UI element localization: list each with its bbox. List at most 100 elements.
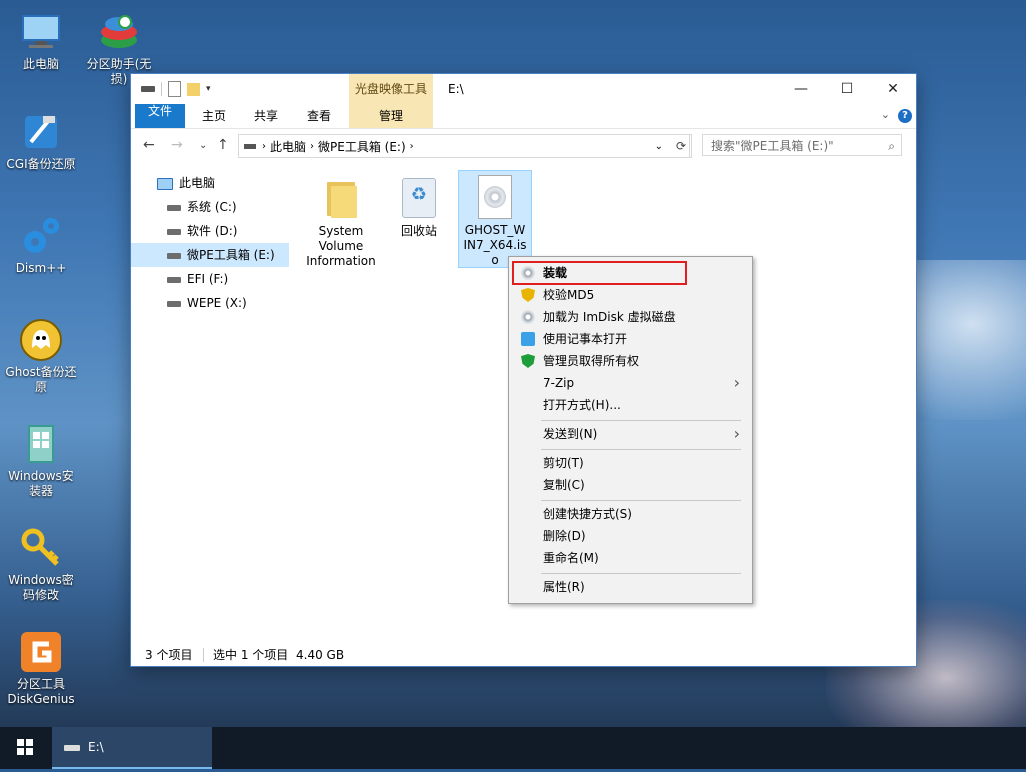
nav-item-this-pc[interactable]: 此电脑 [131,171,289,195]
file-item-recycle-bin[interactable]: 回收站 [383,172,455,239]
desktop-icon-windows-installer[interactable]: Windows安装器 [4,422,78,499]
nav-item-drive-d[interactable]: 软件 (D:) [131,219,289,243]
notepad-icon [521,332,535,346]
breadcrumb-drive-e[interactable]: 微PE工具箱 (E:) [318,138,406,155]
desktop-icon-label: Windows密码修改 [8,573,74,602]
menu-item-rename[interactable]: 重命名(M) [511,547,750,569]
menu-item-imdisk[interactable]: 加载为 ImDisk 虚拟磁盘 [511,306,750,328]
tab-home[interactable]: 主页 [193,104,235,128]
forward-button[interactable]: → [171,137,183,153]
chevron-down-icon[interactable]: ▾ [206,84,211,94]
new-document-icon[interactable] [168,81,181,97]
file-item-iso[interactable]: GHOST_WIN7_X64.iso [458,170,532,268]
taskbar-item-label: E:\ [88,740,104,754]
menu-label: 重命名(M) [543,551,599,565]
drive-icon [167,228,181,235]
menu-label: 复制(C) [543,478,585,492]
desktop-icon-label: CGI备份还原 [6,157,76,171]
chevron-right-icon: › [262,140,266,152]
refresh-button[interactable]: ⟳ [671,134,692,158]
window-title: E:\ [448,82,464,96]
monitor-icon [157,177,173,190]
nav-item-drive-x[interactable]: WEPE (X:) [131,291,289,315]
nav-label: 微PE工具箱 (E:) [187,248,275,262]
menu-label: 加载为 ImDisk 虚拟磁盘 [543,310,676,324]
maximize-button[interactable]: ☐ [824,74,870,104]
menu-item-open-notepad[interactable]: 使用记事本打开 [511,328,750,350]
admin-shield-icon [521,354,535,368]
chevron-down-icon[interactable]: ⌄ [655,141,663,152]
chevron-right-icon: › [733,424,740,443]
menu-item-mount[interactable]: 装载 [512,261,687,285]
menu-item-create-shortcut[interactable]: 创建快捷方式(S) [511,503,750,525]
menu-label: 打开方式(H)... [543,398,621,412]
tab-view[interactable]: 查看 [298,104,340,128]
drive-icon [141,86,155,92]
desktop-icon-dism[interactable]: Dism++ [4,214,78,276]
desktop-icon-diskgenius[interactable]: 分区工具DiskGenius [4,630,78,707]
desktop-icon-label: 分区工具DiskGenius [7,677,75,706]
recycle-bin-icon [402,178,436,218]
tab-manage[interactable]: 管理 [349,104,433,128]
navigation-pane: 此电脑 系统 (C:) 软件 (D:) 微PE工具箱 (E:) EFI (F:)… [131,164,289,644]
nav-item-drive-c[interactable]: 系统 (C:) [131,195,289,219]
key-icon [19,526,63,570]
expand-ribbon-icon[interactable]: ⌄ [881,108,890,121]
search-input[interactable]: 搜索"微PE工具箱 (E:)" ⌕ [702,134,902,156]
partition-assistant-icon [97,10,141,54]
menu-item-7zip[interactable]: 7-Zip › [511,372,750,394]
start-button[interactable] [0,727,50,769]
separator [161,82,162,96]
menu-item-copy[interactable]: 复制(C) [511,474,750,496]
menu-item-properties[interactable]: 属性(R) [511,576,750,598]
close-button[interactable]: ✕ [870,74,916,104]
disc-icon [521,310,535,324]
file-name: 回收站 [400,224,437,238]
address-field[interactable]: › 此电脑 › 微PE工具箱 (E:) › ⌄ [238,134,690,158]
folder-icon [325,178,357,218]
file-item-folder[interactable]: System Volume Information [305,172,377,269]
taskbar-item-explorer[interactable]: E:\ [52,727,212,769]
menu-item-take-ownership[interactable]: 管理员取得所有权 [511,350,750,372]
menu-item-verify-md5[interactable]: 校验MD5 [511,284,750,306]
chevron-right-icon: › [733,373,740,392]
nav-label: WEPE (X:) [187,296,247,310]
minimize-button[interactable]: — [778,74,824,104]
menu-item-delete[interactable]: 删除(D) [511,525,750,547]
nav-item-drive-e[interactable]: 微PE工具箱 (E:) [131,243,289,267]
up-button[interactable]: ↑ [217,137,229,153]
help-icon[interactable]: ? [898,109,912,123]
menu-item-cut[interactable]: 剪切(T) [511,452,750,474]
disc-icon [521,266,535,280]
desktop-icon-ghost[interactable]: Ghost备份还原 [4,318,78,395]
desktop-icon-password-tool[interactable]: Windows密码修改 [4,526,78,603]
desktop-icon-label: Windows安装器 [8,469,74,498]
menu-label: 装载 [543,266,568,280]
selection-count: 选中 1 个项目 [213,648,289,662]
desktop-icon-this-pc[interactable]: 此电脑 [4,10,78,72]
tab-file[interactable]: 文件 [135,104,185,128]
recent-locations-button[interactable]: ⌄ [199,140,207,151]
search-icon: ⌕ [888,139,895,153]
taskbar: E:\ [0,727,1026,769]
menu-item-send-to[interactable]: 发送到(N) › [511,423,750,445]
address-bar-row: ← → ⌄ ↑ › 此电脑 › 微PE工具箱 (E:) › ⌄ ⟳ 搜索"微PE… [131,129,916,161]
menu-separator [541,420,741,421]
desktop-icon-cgi-backup[interactable]: CGI备份还原 [4,110,78,172]
new-folder-icon[interactable] [187,82,200,96]
item-count: 3 个项目 [145,648,193,662]
chevron-right-icon: › [409,140,414,152]
file-name: System Volume Information [306,224,376,268]
menu-label: 使用记事本打开 [543,332,628,346]
tab-share[interactable]: 共享 [245,104,287,128]
installer-icon [19,422,63,466]
menu-label: 管理员取得所有权 [543,354,640,368]
cgi-backup-icon [19,110,63,154]
breadcrumb-this-pc[interactable]: 此电脑 [270,138,306,155]
desktop-icon-label: 此电脑 [22,57,59,71]
drive-icon [167,204,181,211]
menu-label: 7-Zip [543,376,575,390]
menu-item-open-with[interactable]: 打开方式(H)... [511,394,750,416]
nav-item-drive-f[interactable]: EFI (F:) [131,267,289,291]
back-button[interactable]: ← [143,137,155,153]
